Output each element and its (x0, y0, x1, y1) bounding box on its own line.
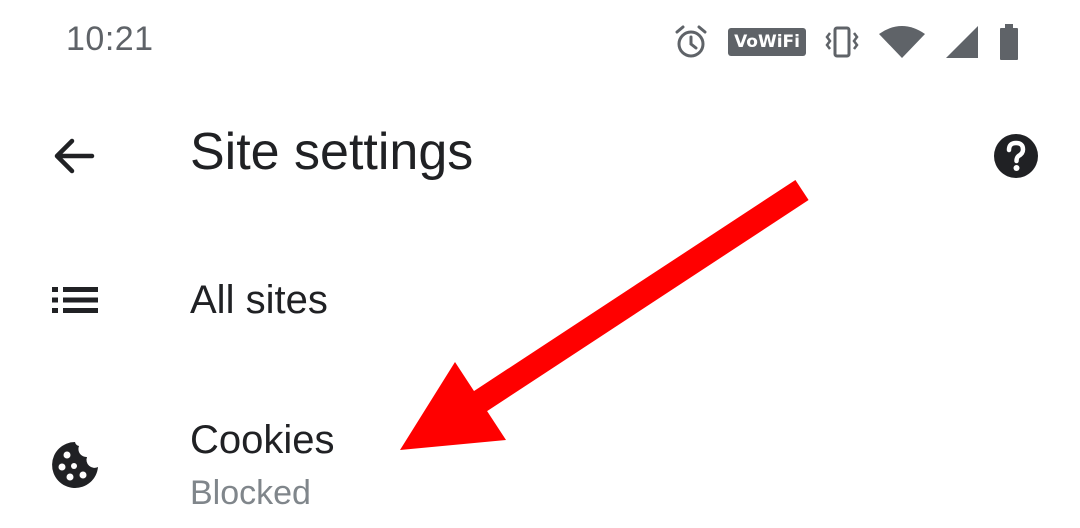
vowifi-icon: VoWiFi (728, 28, 806, 56)
vibrate-icon (825, 26, 859, 58)
status-icons: VoWiFi (672, 20, 1020, 64)
cookie-icon (52, 442, 98, 488)
settings-item-label: All sites (190, 278, 328, 322)
page-title: Site settings (190, 123, 474, 181)
list-icon (52, 287, 98, 313)
wifi-icon (879, 26, 925, 58)
status-bar: 10:21 VoWiFi (0, 0, 1080, 84)
settings-item-cookies[interactable]: Cookies Blocked (0, 400, 1080, 528)
cell-signal-icon (946, 26, 978, 58)
settings-item-status: Blocked (190, 474, 311, 512)
status-time: 10:21 (66, 20, 154, 58)
battery-icon (1000, 24, 1018, 60)
back-button[interactable] (46, 128, 102, 184)
alarm-icon (675, 25, 707, 58)
toolbar: Site settings (0, 100, 1080, 210)
arrow-back-icon (54, 138, 95, 174)
settings-item-label: Cookies (190, 418, 335, 462)
settings-item-all-sites[interactable]: All sites (0, 250, 1080, 360)
help-icon[interactable] (992, 132, 1040, 180)
